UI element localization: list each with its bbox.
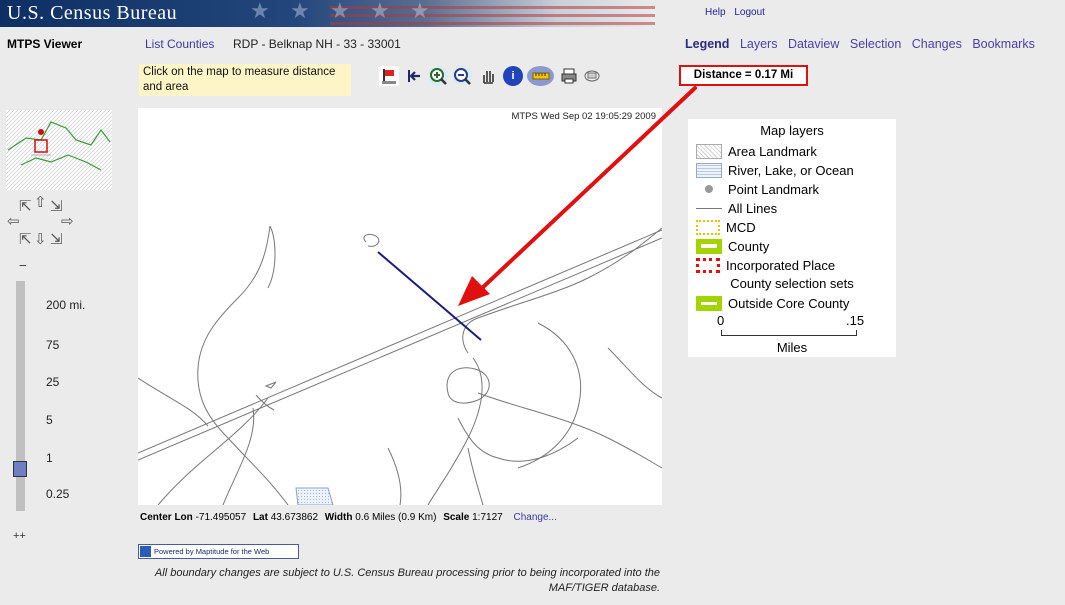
pan-southeast-icon[interactable]: ⇲ <box>50 232 63 247</box>
zoom-level-label[interactable]: 200 mi. <box>46 298 85 312</box>
tool-tip-box: Click on the map to measure distance and… <box>139 64 351 96</box>
tab-dataview[interactable]: Dataview <box>788 37 839 51</box>
zoom-level-label[interactable]: 0.25 <box>46 487 69 501</box>
pan-northwest-icon[interactable]: ⇱ <box>19 199 32 214</box>
scale-bar <box>721 330 857 336</box>
pan-southwest-icon[interactable]: ⇱ <box>19 232 32 247</box>
scale-value: 1:7127 <box>472 512 503 523</box>
nav-tabs: Legend Layers Dataview Selection Changes… <box>678 37 1035 51</box>
scale-units: Miles <box>776 340 808 355</box>
powered-by-label: Powered by Maptitude for the Web <box>154 547 270 556</box>
help-link[interactable]: Help <box>705 7 726 18</box>
map-status-bar: Center Lon -71.495057 Lat 43.673862 Widt… <box>140 512 557 523</box>
measure-flag-icon[interactable] <box>379 66 399 86</box>
zoom-in-plus[interactable]: ++ <box>13 530 26 542</box>
tab-legend[interactable]: Legend <box>685 37 729 51</box>
legend-item-incorporated-place: Incorporated Place <box>696 256 835 274</box>
tab-changes[interactable]: Changes <box>912 37 962 51</box>
county-info: RDP - Belknap NH - 33 - 33001 <box>233 37 401 51</box>
pan-east-icon[interactable]: ⇨ <box>61 214 74 229</box>
annotation-arrow-icon <box>458 86 697 306</box>
back-arrow-icon[interactable] <box>404 66 424 86</box>
top-links: Help Logout <box>705 7 771 18</box>
zoom-level-label[interactable]: 75 <box>46 338 59 352</box>
zoom-slider-thumb[interactable] <box>13 461 27 477</box>
pan-west-icon[interactable]: ⇦ <box>7 214 20 229</box>
legend-item-label: Outside Core County <box>728 295 850 311</box>
census-banner: ★ ★ ★ ★ ★ U.S. Census Bureau <box>0 0 655 27</box>
lat-value: 43.673862 <box>270 512 319 523</box>
legend-item-label: Point Landmark <box>728 181 820 197</box>
pan-north-icon[interactable]: ⇧ <box>34 195 47 210</box>
width-label: Width <box>324 512 353 523</box>
legend-item-label: Incorporated Place <box>726 257 836 273</box>
legend-panel: Map layers Area Landmark River, Lake, or… <box>688 119 896 357</box>
selection-sets-title: County selection sets <box>730 276 854 291</box>
pan-south-icon[interactable]: ⇩ <box>34 232 47 247</box>
legend-item-label: MCD <box>726 219 756 235</box>
overview-map[interactable] <box>6 110 112 190</box>
center-lon-label: Center Lon <box>140 512 193 523</box>
legend-item-river: River, Lake, or Ocean <box>696 161 854 179</box>
scale-label: Scale <box>443 512 470 523</box>
legend-item-label: Area Landmark <box>728 143 817 159</box>
app-title: MTPS Viewer <box>7 37 83 51</box>
pan-northeast-icon[interactable]: ⇲ <box>50 199 63 214</box>
logout-link[interactable]: Logout <box>734 7 765 18</box>
zoom-level-label[interactable]: 5 <box>46 413 53 427</box>
powered-by-badge[interactable]: Powered by Maptitude for the Web <box>138 544 299 559</box>
legend-item-label: River, Lake, or Ocean <box>728 162 854 178</box>
footer-note: All boundary changes are subject to U.S.… <box>154 567 660 594</box>
width-value: 0.6 Miles (0.9 Km) <box>355 512 437 523</box>
banner-title: U.S. Census Bureau <box>7 2 178 24</box>
legend-item-label: All Lines <box>728 200 778 216</box>
scale-max: .15 <box>846 313 865 328</box>
legend-item-area-landmark: Area Landmark <box>696 142 817 160</box>
center-lon-value: -71.495057 <box>195 512 247 523</box>
legend-item-point-landmark: Point Landmark <box>696 180 819 198</box>
list-counties-link[interactable]: List Counties <box>145 37 214 51</box>
legend-title: Map layers <box>760 123 824 138</box>
maptitude-logo-icon <box>140 546 151 557</box>
change-link[interactable]: Change... <box>513 512 556 523</box>
legend-item-label: County <box>728 238 770 254</box>
scale-zero: 0 <box>717 313 725 328</box>
zoom-level-label[interactable]: 25 <box>46 375 59 389</box>
zoom-out-minus[interactable]: − <box>19 258 27 273</box>
tab-bookmarks[interactable]: Bookmarks <box>972 37 1035 51</box>
zoom-level-label[interactable]: 1 <box>46 451 53 465</box>
legend-item-outside-core-county: Outside Core County <box>696 294 849 312</box>
tab-selection[interactable]: Selection <box>850 37 901 51</box>
lat-label: Lat <box>252 512 268 523</box>
tab-layers[interactable]: Layers <box>740 37 778 51</box>
